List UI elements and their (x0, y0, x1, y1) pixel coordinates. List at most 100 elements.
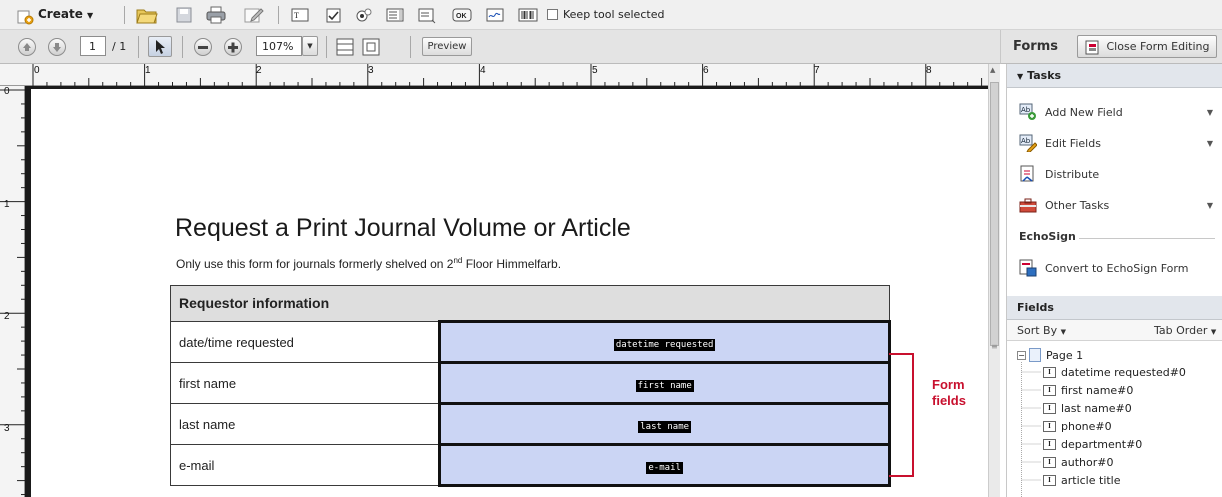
arrow-cursor-icon (156, 39, 165, 54)
chevron-down-icon: ▼ (1206, 107, 1213, 117)
form-edit-icon (1085, 40, 1098, 54)
sort-by-dropdown[interactable]: Sort By ▼ (1017, 324, 1066, 337)
subtitle-text: Only use this form for journals formerly… (176, 257, 454, 271)
radio-button-tool-icon[interactable] (355, 7, 373, 25)
tree-field-item[interactable]: Idatetime requested#0 (1043, 366, 1186, 379)
add-field-icon: Ab (1019, 103, 1037, 121)
tree-field-item[interactable]: Iauthor#0 (1043, 456, 1113, 469)
field-label: author#0 (1061, 456, 1114, 469)
create-icon[interactable] (16, 7, 34, 25)
open-folder-icon[interactable] (136, 5, 158, 25)
select-tool-button[interactable] (148, 36, 172, 57)
annotation-line: Form (932, 377, 965, 392)
close-form-editing-button[interactable]: Close Form Editing (1077, 35, 1217, 58)
previous-page-button[interactable] (18, 38, 36, 56)
full-screen-icon[interactable] (362, 38, 380, 56)
ruler-label: 0 (4, 86, 10, 97)
form-field[interactable]: last name (438, 402, 891, 446)
task-label: Distribute (1045, 167, 1100, 181)
collapse-icon[interactable]: − (1017, 350, 1026, 360)
echosign-icon (1019, 259, 1037, 277)
zoom-in-button[interactable] (224, 38, 242, 56)
zoom-out-button[interactable] (194, 38, 212, 56)
tree-field-item[interactable]: Idepartment#0 (1043, 438, 1142, 451)
list-box-tool-icon[interactable] (386, 8, 404, 22)
zoom-input[interactable]: 107% (256, 36, 302, 56)
form-subtitle: Only use this form for journals formerly… (176, 256, 561, 271)
tasks-header-label: Tasks (1027, 69, 1062, 82)
document-scrollbar[interactable]: ▲ ≡ (988, 64, 1000, 497)
tree-page-node[interactable]: − Page 1 (1017, 348, 1083, 362)
tree-field-item[interactable]: Iphone#0 (1043, 420, 1112, 433)
requestor-table: Requestor information date/time requeste… (169, 285, 891, 487)
svg-text:Ab: Ab (1021, 137, 1031, 145)
keep-tool-checkbox[interactable] (547, 9, 558, 20)
tab-order-dropdown[interactable]: Tab Order ▼ (1154, 324, 1216, 337)
ruler-label: 1 (145, 65, 151, 76)
plus-icon (228, 42, 238, 53)
toolbar-top: Create ▼ T OK Keep tool selected (0, 0, 1222, 30)
task-label: Other Tasks (1045, 198, 1110, 212)
page-number-input[interactable]: 1 (80, 36, 106, 56)
keep-tool-label: Keep tool selected (563, 8, 665, 21)
checkbox-tool-icon[interactable] (326, 8, 342, 24)
field-label: phone#0 (1061, 420, 1112, 433)
ruler-label: 2 (256, 65, 262, 76)
separator (124, 6, 125, 24)
edit-fields-item[interactable]: Ab Edit Fields ▼ (1019, 130, 1219, 156)
chevron-down-icon: ▼ (1210, 328, 1217, 336)
tasks-header[interactable]: ▼ Tasks (1007, 64, 1222, 88)
form-field-name: last name (638, 420, 692, 433)
dropdown-tool-icon[interactable] (418, 8, 436, 24)
scroll-up-icon[interactable]: ▲ (990, 66, 995, 74)
ruler-ticks (0, 89, 25, 496)
chevron-down-icon: ▼ (1206, 200, 1213, 210)
tree-field-item[interactable]: Ilast name#0 (1043, 402, 1132, 415)
convert-echosign-item[interactable]: Convert to EchoSign Form (1019, 255, 1219, 281)
print-icon[interactable] (206, 6, 226, 24)
digital-signature-tool-icon[interactable] (486, 8, 504, 22)
close-form-editing-label: Close Form Editing (1106, 40, 1210, 53)
save-icon[interactable] (176, 7, 192, 23)
barcode-tool-icon[interactable] (518, 8, 538, 22)
forms-pane: ▼ Tasks Ab Add New Field ▼ Ab Edit Fields ▼… (1006, 64, 1222, 497)
ruler-label: 1 (4, 199, 10, 210)
add-new-field-item[interactable]: Ab Add New Field ▼ (1019, 99, 1219, 125)
form-field[interactable]: first name (438, 361, 891, 405)
create-menu[interactable]: Create ▼ (38, 7, 93, 21)
toolbar-navigation: 1 / 1 107% ▼ Preview (0, 30, 1000, 64)
other-tasks-item[interactable]: Other Tasks ▼ (1019, 192, 1219, 218)
ruler-label: 5 (592, 65, 598, 76)
text-field-icon: I (1043, 385, 1056, 396)
form-title: Request a Print Journal Volume or Articl… (175, 214, 631, 242)
distribute-item[interactable]: Distribute (1019, 161, 1219, 187)
button-tool-icon[interactable]: OK (452, 8, 472, 22)
chevron-down-icon: ▼ (87, 11, 94, 20)
text-field-icon: I (1043, 421, 1056, 432)
scrollbar-thumb[interactable] (990, 82, 999, 346)
form-field[interactable]: e-mail (438, 443, 891, 487)
fit-page-icon[interactable] (336, 38, 354, 56)
page-icon (1029, 348, 1041, 362)
form-field[interactable]: datetime requested (438, 320, 891, 364)
distribute-icon (1019, 165, 1037, 183)
ruler-label: 6 (703, 65, 709, 76)
field-label: department#0 (1061, 438, 1143, 451)
tree-field-item[interactable]: Ifirst name#0 (1043, 384, 1133, 397)
edit-icon[interactable] (244, 6, 264, 24)
task-label: Edit Fields (1045, 136, 1101, 150)
separator (182, 36, 183, 58)
text-field-icon[interactable]: T (291, 8, 309, 22)
task-label: Convert to EchoSign Form (1045, 261, 1189, 275)
next-page-button[interactable] (48, 38, 66, 56)
preview-button[interactable]: Preview (422, 37, 472, 56)
fields-header: Fields (1007, 296, 1222, 320)
task-label: Add New Field (1045, 105, 1123, 119)
annotation-bracket (889, 353, 914, 477)
zoom-dropdown[interactable]: ▼ (302, 36, 318, 56)
forms-header: Forms Close Form Editing (1000, 30, 1222, 64)
tree-field-item[interactable]: Iarticle title (1043, 474, 1121, 487)
annotation-label: Form fields (932, 377, 966, 409)
text-field-icon: I (1043, 367, 1056, 378)
table-header-row: Requestor information (170, 285, 890, 322)
